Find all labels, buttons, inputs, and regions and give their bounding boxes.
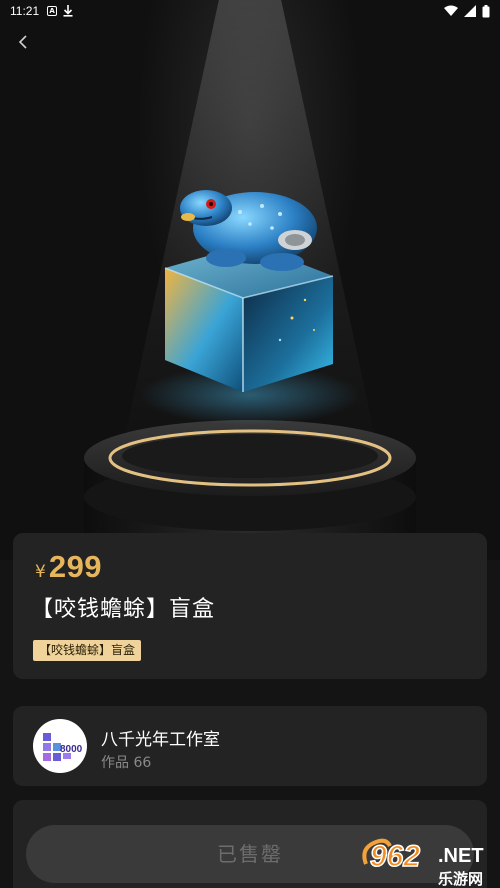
studio-avatar: 8000 — [33, 719, 87, 773]
studio-card[interactable]: 8000 八千光年工作室 作品 66 — [13, 706, 487, 786]
signal-icon — [464, 5, 476, 17]
svg-text:乐游网: 乐游网 — [438, 870, 483, 888]
studio-works-count: 作品 66 — [101, 755, 152, 771]
currency-symbol: ¥ — [35, 562, 46, 582]
status-bar: 11:21 A — [0, 0, 500, 22]
chevron-left-icon — [18, 35, 27, 49]
svg-text:962: 962 — [370, 840, 420, 873]
product-tag: 【咬钱蟾蜍】盲盒 — [33, 640, 142, 661]
hero-image — [0, 0, 500, 560]
studio-logo: 8000 — [43, 733, 83, 761]
svg-text:.NET: .NET — [438, 845, 484, 867]
studio-name: 八千光年工作室 — [101, 730, 220, 750]
price-value: 299 — [48, 549, 103, 584]
battery-icon — [482, 4, 490, 17]
product-info-card: ¥ 299 【咬钱蟾蜍】盲盒 【咬钱蟾蜍】盲盒 — [13, 533, 487, 679]
notification-icons: A — [47, 5, 73, 17]
site-watermark-logo: 962 .NET 乐游网 — [362, 838, 484, 888]
studio-logo-text: 8000 — [60, 744, 83, 755]
back-button[interactable] — [14, 32, 34, 52]
system-icons — [444, 4, 490, 18]
status-time: 11:21 — [10, 4, 40, 18]
download-icon — [63, 5, 73, 17]
wifi-icon — [444, 5, 458, 16]
price: ¥ 299 — [35, 549, 102, 585]
product-artwork — [84, 190, 416, 560]
product-title: 【咬钱蟾蜍】盲盒 — [31, 597, 216, 622]
app-notification-icon: A — [47, 6, 58, 16]
